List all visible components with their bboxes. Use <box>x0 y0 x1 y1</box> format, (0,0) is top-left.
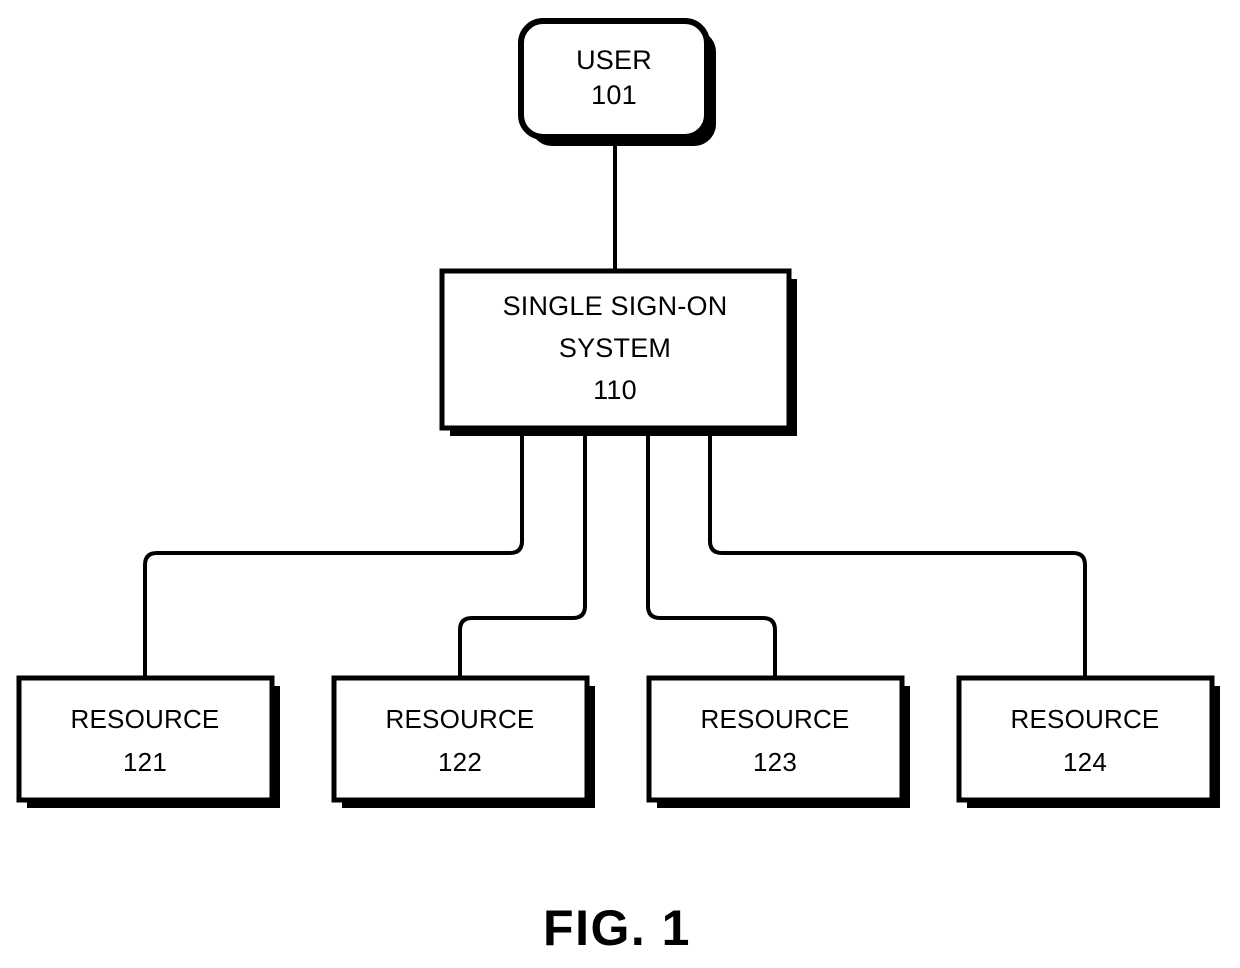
user-label: USER <box>576 45 652 75</box>
resource-124-box <box>956 675 1215 803</box>
resource-122-box <box>331 675 590 803</box>
resource-124-ref: 124 <box>1063 747 1107 777</box>
node-sso-system: SINGLE SIGN-ON SYSTEM 110 <box>439 268 797 436</box>
resource-122-label: RESOURCE <box>386 704 535 734</box>
resource-121-ref: 121 <box>123 747 167 777</box>
figure-canvas: USER 101 SINGLE SIGN-ON SYSTEM 110 RESOU… <box>16 18 1220 956</box>
connector-sso-to-resource-124 <box>708 428 1087 676</box>
connector-sso-to-resource-121 <box>143 428 524 676</box>
resource-123-label: RESOURCE <box>701 704 850 734</box>
resource-123-ref: 123 <box>753 747 797 777</box>
sso-label-line-1: SINGLE SIGN-ON <box>503 291 728 321</box>
resource-122-ref: 122 <box>438 747 482 777</box>
sso-label-line-2: SYSTEM <box>559 333 671 363</box>
sso-ref: 110 <box>593 375 637 405</box>
resource-124-label: RESOURCE <box>1011 704 1160 734</box>
node-resource-123: RESOURCE 123 <box>646 675 910 808</box>
node-user: USER 101 <box>518 18 716 146</box>
figure-caption: FIG. 1 <box>543 900 691 956</box>
resource-121-box <box>16 675 275 803</box>
user-ref: 101 <box>591 80 637 110</box>
node-resource-122: RESOURCE 122 <box>331 675 595 808</box>
node-resource-121: RESOURCE 121 <box>16 675 280 808</box>
node-resource-124: RESOURCE 124 <box>956 675 1220 808</box>
resource-123-box <box>646 675 905 803</box>
resource-121-label: RESOURCE <box>71 704 220 734</box>
patent-figure: USER 101 SINGLE SIGN-ON SYSTEM 110 RESOU… <box>0 0 1240 968</box>
user-box <box>518 18 710 140</box>
